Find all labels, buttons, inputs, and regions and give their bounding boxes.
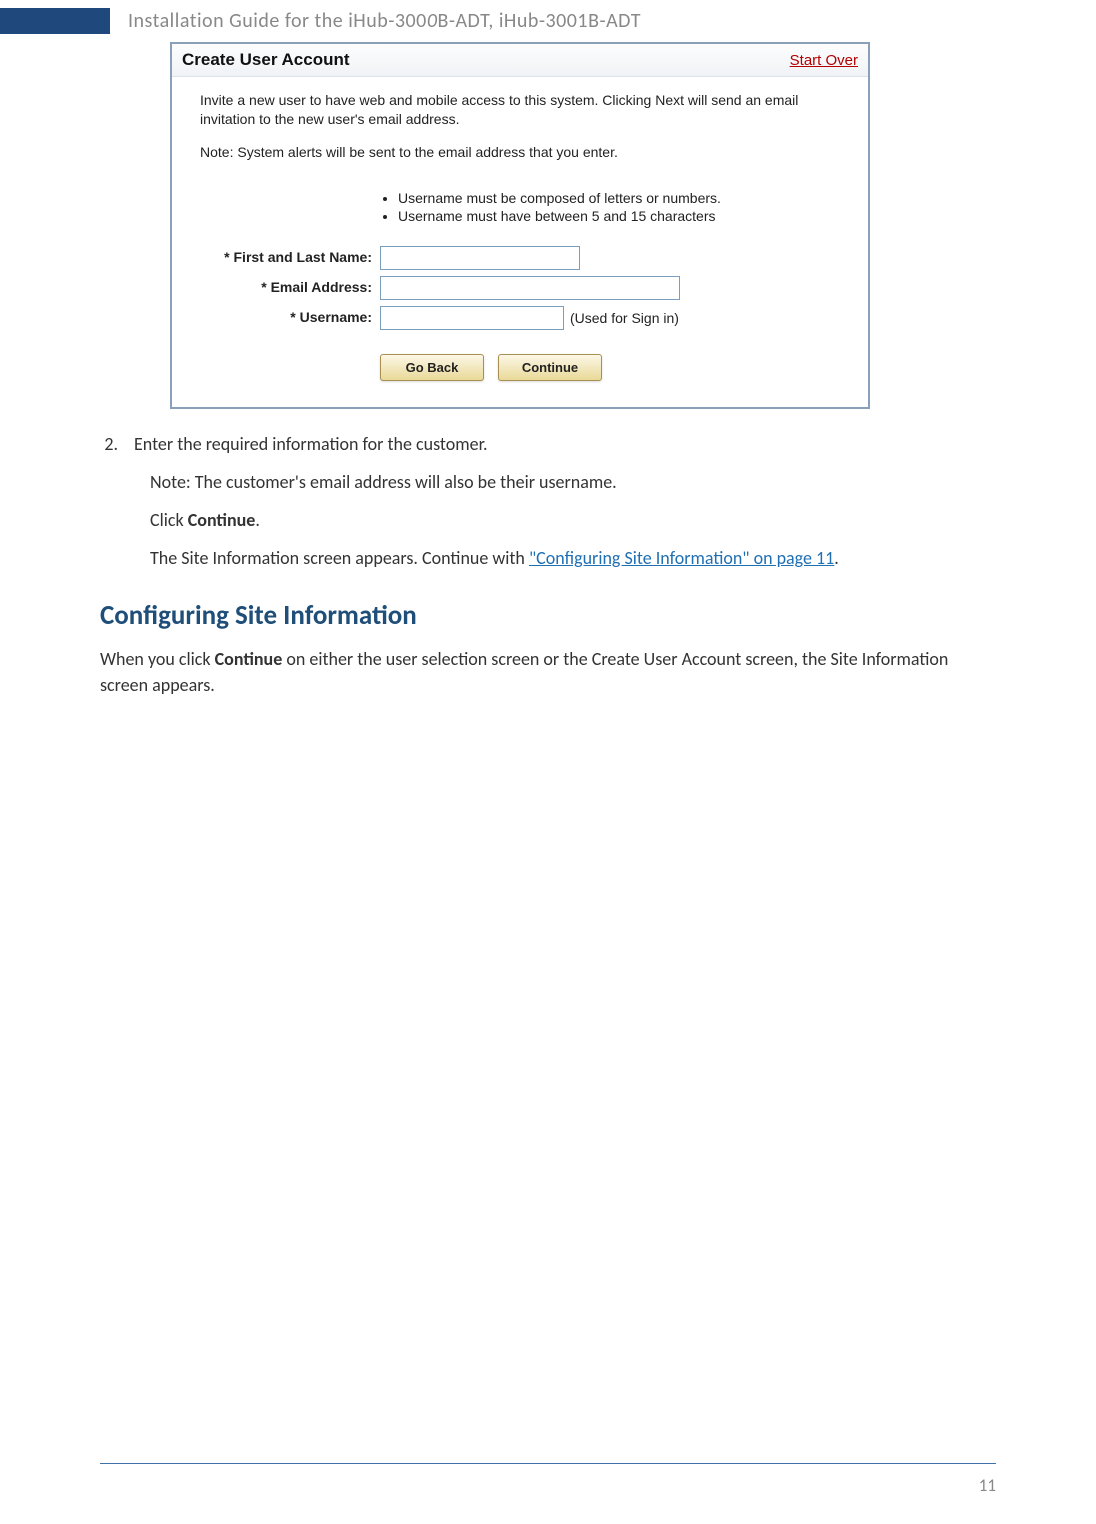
step-text: Enter the required information for the c…	[134, 431, 996, 457]
screenshot-title: Create User Account	[182, 50, 350, 70]
create-user-account-screenshot: Create User Account Start Over Invite a …	[170, 42, 870, 409]
click-suffix: .	[255, 509, 260, 531]
name-label: * First and Last Name:	[200, 249, 380, 266]
username-rule-1: Username must be composed of letters or …	[398, 190, 840, 206]
email-input[interactable]	[380, 276, 680, 300]
button-row: Go Back Continue	[380, 354, 840, 381]
page-number: 11	[979, 1475, 996, 1496]
screenshot-body: Invite a new user to have web and mobile…	[172, 77, 868, 407]
continue-button[interactable]: Continue	[498, 354, 602, 381]
step-2: 2. Enter the required information for th…	[100, 431, 996, 457]
name-input[interactable]	[380, 246, 580, 270]
step-note: Note: The customer's email address will …	[150, 469, 996, 495]
section-heading: Configuring Site Information	[100, 599, 996, 632]
doc-title-suffix: B-ADT, iHub-3001B-ADT	[437, 9, 641, 33]
doc-title-italic: 0	[427, 9, 438, 33]
email-row: * Email Address:	[200, 276, 840, 300]
go-back-button[interactable]: Go Back	[380, 354, 484, 381]
start-over-link[interactable]: Start Over	[790, 52, 858, 69]
step-click: Click Continue.	[150, 507, 996, 533]
configuring-site-info-link[interactable]: "Configuring Site Information" on page 1…	[529, 547, 834, 569]
doc-title-prefix: Installation Guide for the iHub-300	[128, 9, 427, 33]
email-label: * Email Address:	[200, 279, 380, 296]
section-paragraph: When you click Continue on either the us…	[100, 646, 996, 698]
intro-paragraph-1: Invite a new user to have web and mobile…	[200, 91, 840, 129]
step-number: 2.	[100, 431, 134, 457]
intro-paragraph-2: Note: System alerts will be sent to the …	[200, 143, 840, 162]
username-input[interactable]	[380, 306, 564, 330]
result-prefix: The Site Information screen appears. Con…	[150, 547, 529, 569]
result-suffix: .	[834, 547, 839, 569]
header-accent-bar	[0, 8, 110, 34]
click-prefix: Click	[150, 509, 188, 531]
footer-rule	[100, 1463, 996, 1464]
document-title: Installation Guide for the iHub-3000B-AD…	[128, 9, 641, 33]
username-rules-list: Username must be composed of letters or …	[380, 190, 840, 224]
username-rule-2: Username must have between 5 and 15 char…	[398, 208, 840, 224]
username-row: * Username: (Used for Sign in)	[200, 306, 840, 330]
step-result: The Site Information screen appears. Con…	[150, 545, 996, 571]
instructions-block: 2. Enter the required information for th…	[100, 431, 996, 571]
page-header: Installation Guide for the iHub-3000B-AD…	[0, 0, 1096, 42]
username-hint: (Used for Sign in)	[570, 310, 679, 326]
click-bold: Continue	[188, 509, 256, 531]
section-para-prefix: When you click	[100, 648, 215, 670]
screenshot-header: Create User Account Start Over	[172, 44, 868, 77]
section-para-bold: Continue	[215, 648, 283, 670]
name-row: * First and Last Name:	[200, 246, 840, 270]
username-label: * Username:	[200, 309, 380, 326]
